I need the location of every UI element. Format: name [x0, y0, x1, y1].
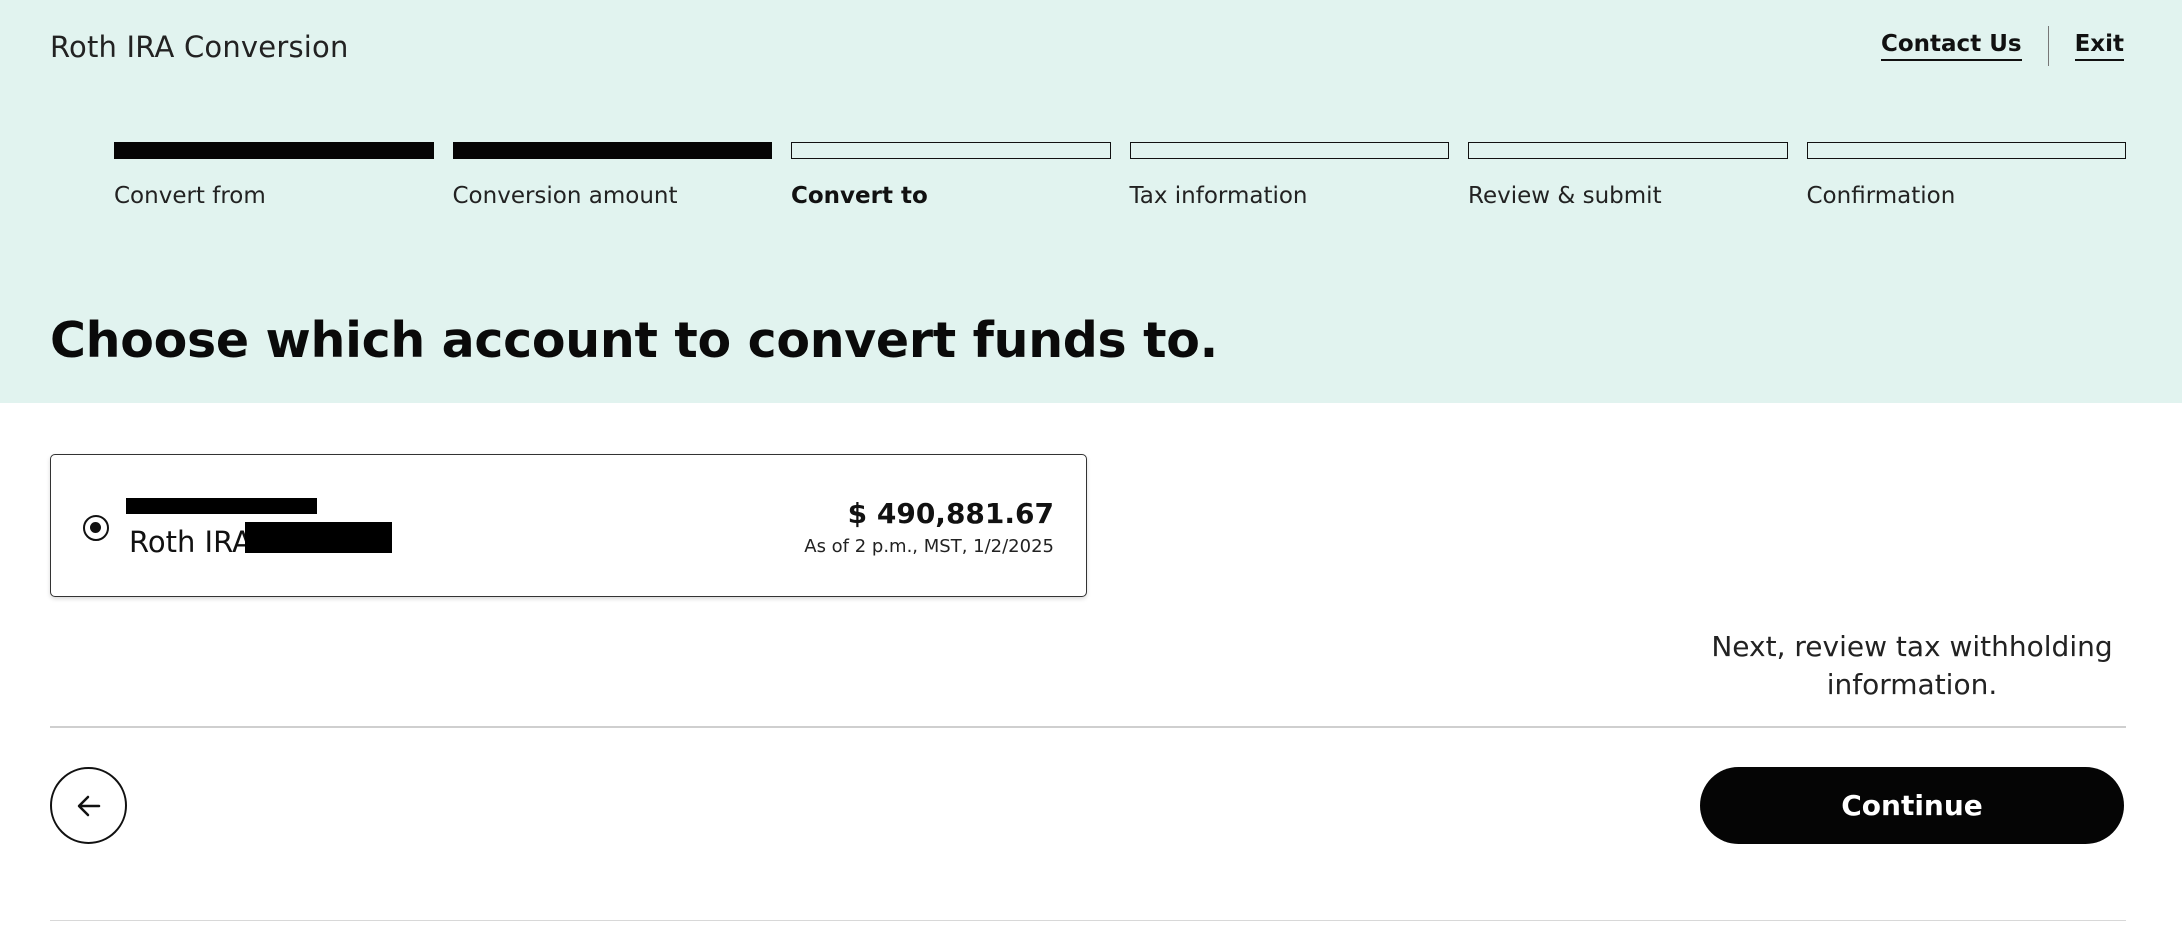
- header-band: Roth IRA Conversion Contact Us Exit Conv…: [0, 0, 2182, 403]
- redacted-account-number: [245, 522, 392, 553]
- radio-selected-dot: [90, 522, 101, 533]
- next-step-hint: Next, review tax withholding information…: [1711, 630, 2113, 701]
- exit-link[interactable]: Exit: [2074, 31, 2124, 61]
- step-conversion-amount: Conversion amount: [452, 142, 772, 209]
- step-confirmation: Confirmation: [1806, 142, 2126, 209]
- step-convert-from: Convert from: [114, 142, 434, 209]
- step-bar: [1468, 142, 1788, 159]
- account-option-card[interactable]: Roth IRA $ 490,881.67 As of 2 p.m., MST,…: [50, 454, 1087, 597]
- step-convert-to: Convert to: [791, 142, 1111, 209]
- step-bar: [452, 142, 772, 159]
- contact-us-link[interactable]: Contact Us: [1880, 31, 2022, 61]
- step-bar: [791, 142, 1111, 159]
- step-bar: [1806, 142, 2126, 159]
- redacted-owner-name: [126, 498, 317, 514]
- bottom-divider: [50, 920, 2126, 921]
- account-radio-button[interactable]: [83, 515, 109, 541]
- step-bar: [1129, 142, 1449, 159]
- account-balance: $ 490,881.67: [847, 497, 1054, 530]
- step-label: Conversion amount: [452, 183, 678, 209]
- back-button[interactable]: [50, 767, 127, 844]
- footer-divider: [50, 726, 2126, 728]
- step-label: Convert to: [791, 183, 928, 209]
- page-heading: Choose which account to convert funds to…: [50, 312, 1218, 369]
- step-label: Confirmation: [1806, 183, 1956, 209]
- step-review-submit: Review & submit: [1468, 142, 1788, 209]
- progress-stepper: Convert from Conversion amount Convert t…: [114, 142, 2126, 209]
- step-label: Review & submit: [1468, 183, 1662, 209]
- step-tax-information: Tax information: [1129, 142, 1449, 209]
- top-links: Contact Us Exit: [1880, 26, 2124, 66]
- balance-as-of: As of 2 p.m., MST, 1/2/2025: [804, 536, 1054, 557]
- step-bar: [114, 142, 434, 159]
- step-label: Tax information: [1129, 183, 1308, 209]
- continue-button[interactable]: Continue: [1700, 767, 2124, 844]
- app-title: Roth IRA Conversion: [50, 30, 349, 64]
- step-label: Convert from: [114, 183, 266, 209]
- links-divider: [2047, 26, 2049, 66]
- account-type-label: Roth IRA: [129, 525, 252, 559]
- arrow-left-icon: [77, 795, 100, 816]
